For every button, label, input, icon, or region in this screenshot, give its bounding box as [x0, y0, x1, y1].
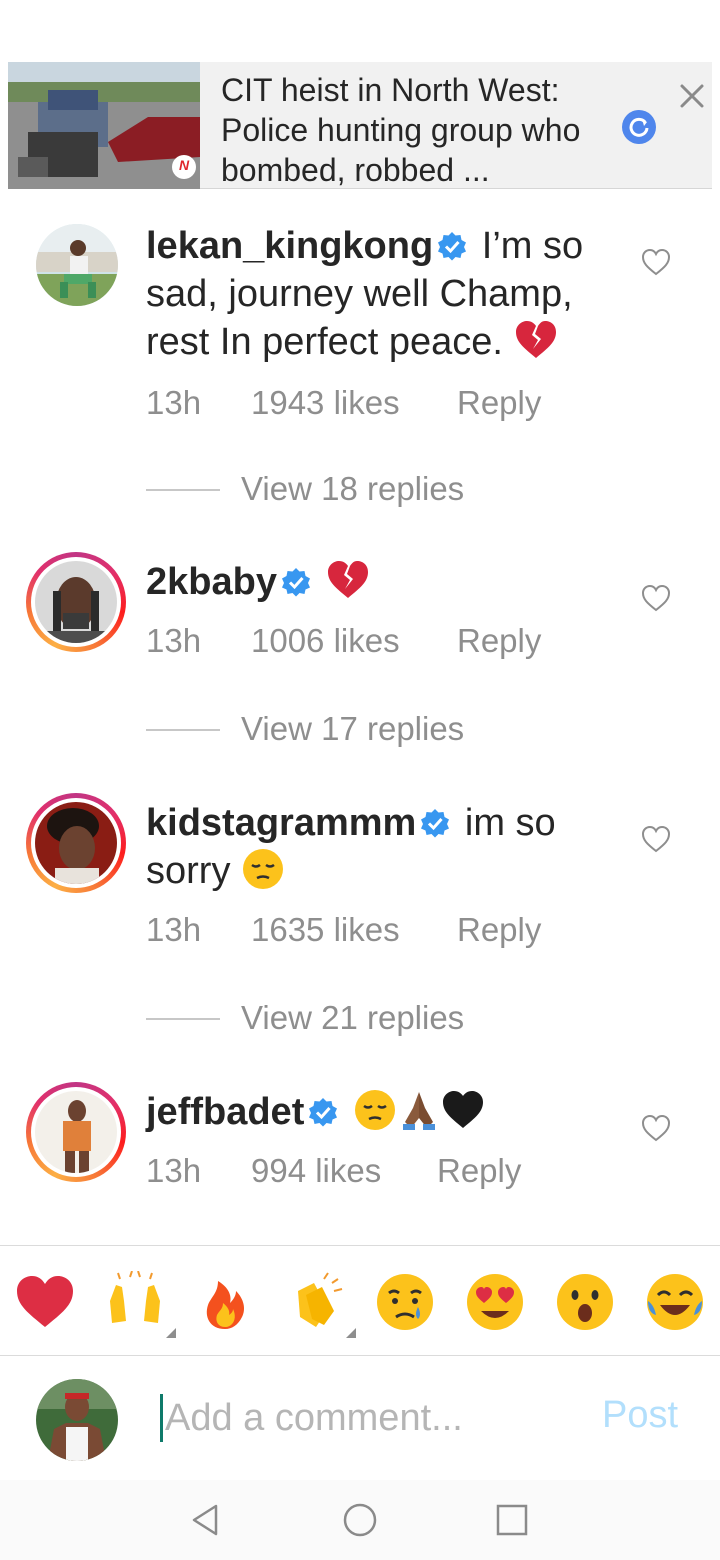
comment-time: 13h	[146, 384, 202, 421]
comment-likes[interactable]: 1635 likes	[251, 911, 400, 949]
news-headline[interactable]: CIT heist in North West: Police hunting …	[221, 70, 611, 190]
view-replies-label: View 17 replies	[241, 710, 465, 747]
comment-item: jeffbadet 13h 994 likes Reply	[0, 1082, 720, 1212]
comment-time: 13h	[146, 1152, 202, 1189]
surprised-face-icon[interactable]	[554, 1271, 616, 1333]
comment-body	[315, 561, 326, 603]
variant-indicator	[166, 1328, 176, 1338]
comment-likes[interactable]: 1006 likes	[251, 622, 400, 660]
heart-eyes-icon[interactable]	[464, 1271, 526, 1333]
news-notification-banner[interactable]: N CIT heist in North West: Police huntin…	[8, 62, 712, 189]
view-replies-label: View 18 replies	[241, 470, 465, 507]
avatar	[36, 1379, 118, 1461]
system-navigation-bar	[0, 1480, 720, 1560]
back-icon[interactable]	[186, 1500, 226, 1540]
view-replies-label: View 21 replies	[241, 999, 465, 1036]
news-source-badge: N	[178, 157, 190, 173]
pensive-face-icon	[354, 1090, 395, 1130]
avatar	[35, 802, 117, 884]
reply-button[interactable]: Reply	[457, 911, 541, 949]
tears-of-joy-icon[interactable]	[644, 1271, 706, 1333]
folded-hands-icon	[402, 1092, 435, 1130]
comment-username[interactable]: 2kbaby	[146, 561, 277, 603]
clapping-hands-icon[interactable]	[284, 1271, 346, 1333]
reply-button[interactable]: Reply	[437, 1152, 521, 1190]
comment-likes[interactable]: 1943 likes	[251, 384, 400, 422]
avatar-story-ring[interactable]	[26, 1082, 126, 1182]
variant-indicator	[346, 1328, 356, 1338]
comment-text: kidstagrammm im so sorry	[146, 799, 616, 895]
recent-apps-icon[interactable]	[492, 1500, 532, 1540]
comment-text: 2kbaby	[146, 558, 616, 606]
comment-body	[342, 1091, 353, 1133]
status-bar-area	[0, 0, 720, 62]
home-icon[interactable]	[340, 1500, 380, 1540]
comment-username[interactable]: jeffbadet	[146, 1091, 304, 1133]
comment-input[interactable]	[160, 1394, 580, 1442]
divider-line	[146, 1018, 220, 1020]
fire-icon[interactable]	[194, 1271, 256, 1333]
comment-username[interactable]: lekan_kingkong	[146, 225, 433, 267]
like-heart-icon[interactable]	[641, 248, 671, 276]
pensive-face-icon	[243, 849, 283, 889]
avatar	[35, 561, 117, 643]
reply-button[interactable]: Reply	[457, 384, 541, 422]
verified-badge-icon	[438, 232, 467, 261]
like-heart-icon[interactable]	[641, 584, 671, 612]
news-thumbnail: N	[8, 62, 200, 189]
verified-badge-icon	[421, 809, 450, 838]
broken-heart-icon	[327, 561, 368, 598]
post-button[interactable]: Post	[602, 1394, 678, 1437]
crying-face-icon[interactable]	[374, 1271, 436, 1333]
comment-text: jeffbadet	[146, 1088, 616, 1136]
comment-time: 13h	[146, 911, 202, 948]
divider-line	[146, 489, 220, 491]
comment-composer: Post	[0, 1356, 720, 1480]
divider-line	[146, 729, 220, 731]
comment-item: 2kbaby 13h 1006 likes Reply View 17 repl…	[0, 552, 720, 752]
comment-likes[interactable]: 994 likes	[251, 1152, 381, 1190]
like-heart-icon[interactable]	[641, 1114, 671, 1142]
avatar[interactable]	[36, 224, 118, 306]
reply-button[interactable]: Reply	[457, 622, 541, 660]
comment-time: 13h	[146, 622, 202, 659]
avatar	[35, 1091, 117, 1173]
broken-heart-icon	[515, 321, 556, 358]
comment-item: lekan_kingkong I’m so sad, journey well …	[0, 222, 720, 507]
close-icon[interactable]	[670, 74, 714, 118]
avatar-story-ring[interactable]	[26, 793, 126, 893]
comment-item: kidstagrammm im so sorry 13h 1635 likes …	[0, 793, 720, 1043]
red-heart-icon[interactable]	[14, 1271, 76, 1333]
comment-username[interactable]: kidstagrammm	[146, 802, 416, 844]
view-replies-button[interactable]: View 18 replies	[146, 470, 546, 510]
refresh-icon[interactable]	[622, 110, 656, 144]
like-heart-icon[interactable]	[641, 825, 671, 853]
black-heart-icon	[442, 1091, 483, 1128]
raising-hands-icon[interactable]	[104, 1271, 166, 1333]
quick-emoji-bar	[0, 1245, 720, 1356]
avatar-story-ring[interactable]	[26, 552, 126, 652]
view-replies-button[interactable]: View 17 replies	[146, 710, 546, 750]
comment-text: lekan_kingkong I’m so sad, journey well …	[146, 222, 616, 366]
view-replies-button[interactable]: View 21 replies	[146, 999, 546, 1039]
verified-badge-icon	[309, 1098, 338, 1127]
verified-badge-icon	[281, 568, 310, 597]
